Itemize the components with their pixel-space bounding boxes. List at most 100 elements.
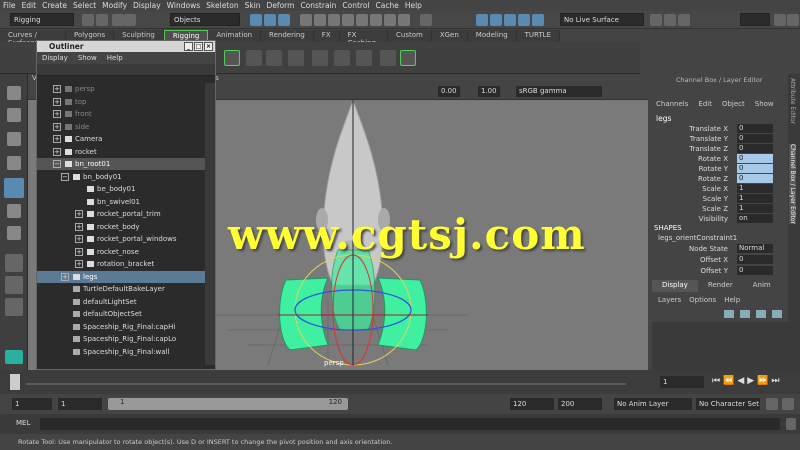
channel-attr-value[interactable]: 1 — [737, 194, 773, 203]
tab-custom[interactable]: Custom — [388, 30, 432, 42]
exposure-field[interactable]: 0.00 — [438, 86, 460, 97]
expand-toggle-icon[interactable]: − — [53, 160, 61, 168]
layer-list[interactable] — [652, 322, 788, 370]
menu-constrain[interactable]: Constrain — [297, 1, 339, 10]
menu-skeleton[interactable]: Skeleton — [203, 1, 241, 10]
outliner-row[interactable]: + rocket — [37, 146, 205, 158]
channel-menu-object[interactable]: Object — [722, 100, 745, 108]
channel-attr-row[interactable]: Scale Z 1 — [652, 204, 788, 214]
channel-attr-row[interactable]: Rotate X 0 — [652, 154, 788, 164]
snap-curve-icon[interactable] — [490, 14, 502, 26]
expand-toggle-icon[interactable]: + — [53, 147, 61, 156]
expand-toggle-icon[interactable]: + — [53, 110, 61, 118]
channel-attr-row[interactable]: Rotate Z 0 — [652, 174, 788, 184]
channel-attr-row[interactable]: Rotate Y 0 — [652, 164, 788, 174]
current-time-marker[interactable] — [10, 374, 20, 390]
select-surface-icon[interactable] — [342, 14, 354, 26]
select-component-icon[interactable] — [278, 14, 290, 26]
live-surface-field[interactable]: No Live Surface — [560, 13, 644, 26]
single-pane-icon[interactable] — [5, 254, 23, 272]
outliner-row[interactable]: + top — [37, 96, 205, 108]
four-pane-icon[interactable] — [5, 276, 23, 294]
range-start-field[interactable]: 1 — [58, 398, 102, 410]
new-layer-selected-icon[interactable] — [740, 310, 750, 318]
time-slider[interactable]: 1 ⏮ ⏪ ◀ ▶ ⏩ ⏭ — [0, 370, 800, 394]
color-space-dropdown[interactable]: sRGB gamma — [516, 86, 602, 97]
sidebar-toggle-icon[interactable] — [787, 14, 799, 26]
move-tool-icon[interactable] — [7, 156, 21, 170]
channel-attr-value[interactable]: on — [737, 214, 773, 223]
play-forward-icon[interactable]: ▶ — [747, 376, 754, 386]
lock-icon[interactable] — [420, 14, 432, 26]
outliner-row[interactable]: − bn_body01 — [37, 171, 205, 183]
expand-toggle-icon[interactable]: + — [75, 210, 83, 218]
step-back-icon[interactable]: ⏪ — [723, 376, 734, 386]
point-constraint-icon[interactable] — [380, 50, 396, 66]
select-joint-icon[interactable] — [314, 14, 326, 26]
outliner-search-input[interactable] — [37, 64, 215, 76]
tab-fx-caching[interactable]: FX Caching — [340, 30, 388, 47]
menu-create[interactable]: Create — [39, 1, 70, 10]
outliner-row[interactable]: defaultLightSet — [37, 296, 205, 308]
joint-tool-icon[interactable] — [224, 50, 240, 66]
lattice-icon[interactable] — [356, 50, 372, 66]
layer-tab-display[interactable]: Display — [652, 280, 698, 292]
go-start-icon[interactable]: ⏮ — [712, 376, 720, 386]
ipr-icon[interactable] — [678, 14, 690, 26]
script-editor-icon[interactable] — [786, 418, 796, 430]
select-hierarchy-icon[interactable] — [250, 14, 262, 26]
expand-toggle-icon[interactable]: + — [53, 122, 61, 131]
end-frame-field[interactable]: 200 — [558, 398, 602, 410]
minimize-icon[interactable]: _ — [184, 42, 193, 51]
outliner-menu-display[interactable]: Display — [37, 54, 73, 62]
outliner-row[interactable]: + front — [37, 108, 205, 120]
channel-attr-value[interactable]: 0 — [737, 154, 773, 163]
menu-control[interactable]: Control — [339, 1, 372, 10]
folder-icon[interactable] — [82, 14, 94, 26]
outliner-row[interactable]: Spaceship_Rig_Final:wall — [37, 346, 205, 358]
bind-skin-icon[interactable] — [288, 50, 304, 66]
mode-dropdown[interactable]: Rigging — [10, 13, 74, 26]
anim-layer-dropdown[interactable]: No Anim Layer — [614, 398, 692, 410]
shape-attr-value[interactable]: Normal — [737, 244, 773, 253]
maximize-icon[interactable]: □ — [194, 42, 203, 51]
channel-attr-value[interactable]: 0 — [737, 174, 773, 183]
outliner-menu-show[interactable]: Show — [73, 54, 102, 62]
select-render-icon[interactable] — [384, 14, 396, 26]
lasso-tool-icon[interactable] — [7, 108, 21, 122]
channel-box-tab[interactable]: Channel Box / Layer Editor — [789, 144, 796, 224]
outliner-row[interactable]: + side — [37, 121, 205, 133]
auto-key-icon[interactable] — [766, 398, 778, 410]
layer-menu-help[interactable]: Help — [724, 296, 740, 304]
outliner-row[interactable]: − bn_root01 — [37, 158, 205, 170]
outliner-row[interactable]: bn_swivel01 — [37, 196, 205, 208]
paint-select-icon[interactable] — [7, 132, 21, 146]
preferences-icon[interactable] — [782, 398, 794, 410]
shape-attr-row[interactable]: Offset X 0 — [652, 255, 788, 265]
outliner-row[interactable]: be_body01 — [37, 183, 205, 195]
outliner-row[interactable]: Spaceship_Rig_Final:capLo — [37, 333, 205, 345]
redo-icon[interactable] — [124, 14, 136, 26]
expand-toggle-icon[interactable]: + — [61, 272, 69, 281]
outliner-row[interactable]: Spaceship_Rig_Final:capHi — [37, 321, 205, 333]
tab-animation[interactable]: Animation — [208, 30, 262, 42]
tab-rendering[interactable]: Rendering — [261, 30, 314, 42]
outliner-row[interactable]: + rocket_portal_windows — [37, 233, 205, 245]
expand-toggle-icon[interactable]: + — [75, 247, 83, 256]
snap-view-icon[interactable] — [518, 14, 530, 26]
current-frame-field[interactable]: 1 — [660, 376, 704, 388]
layer-remove-icon[interactable] — [772, 310, 782, 318]
layout-icon[interactable] — [5, 298, 23, 316]
new-layer-icon[interactable] — [724, 310, 734, 318]
outliner-menu-help[interactable]: Help — [102, 54, 128, 62]
channel-menu-edit[interactable]: Edit — [698, 100, 712, 108]
tab-xgen[interactable]: XGen — [432, 30, 468, 42]
go-end-icon[interactable]: ⏭ — [771, 376, 779, 386]
start-frame-field[interactable]: 1 — [12, 398, 52, 410]
expand-toggle-icon[interactable]: + — [75, 260, 83, 268]
channel-attr-value[interactable]: 1 — [737, 204, 773, 213]
tab-turtle[interactable]: TURTLE — [517, 30, 560, 42]
channel-attr-value[interactable]: 0 — [737, 164, 773, 173]
layer-tab-anim[interactable]: Anim — [743, 280, 781, 292]
expand-toggle-icon[interactable]: + — [53, 85, 61, 93]
